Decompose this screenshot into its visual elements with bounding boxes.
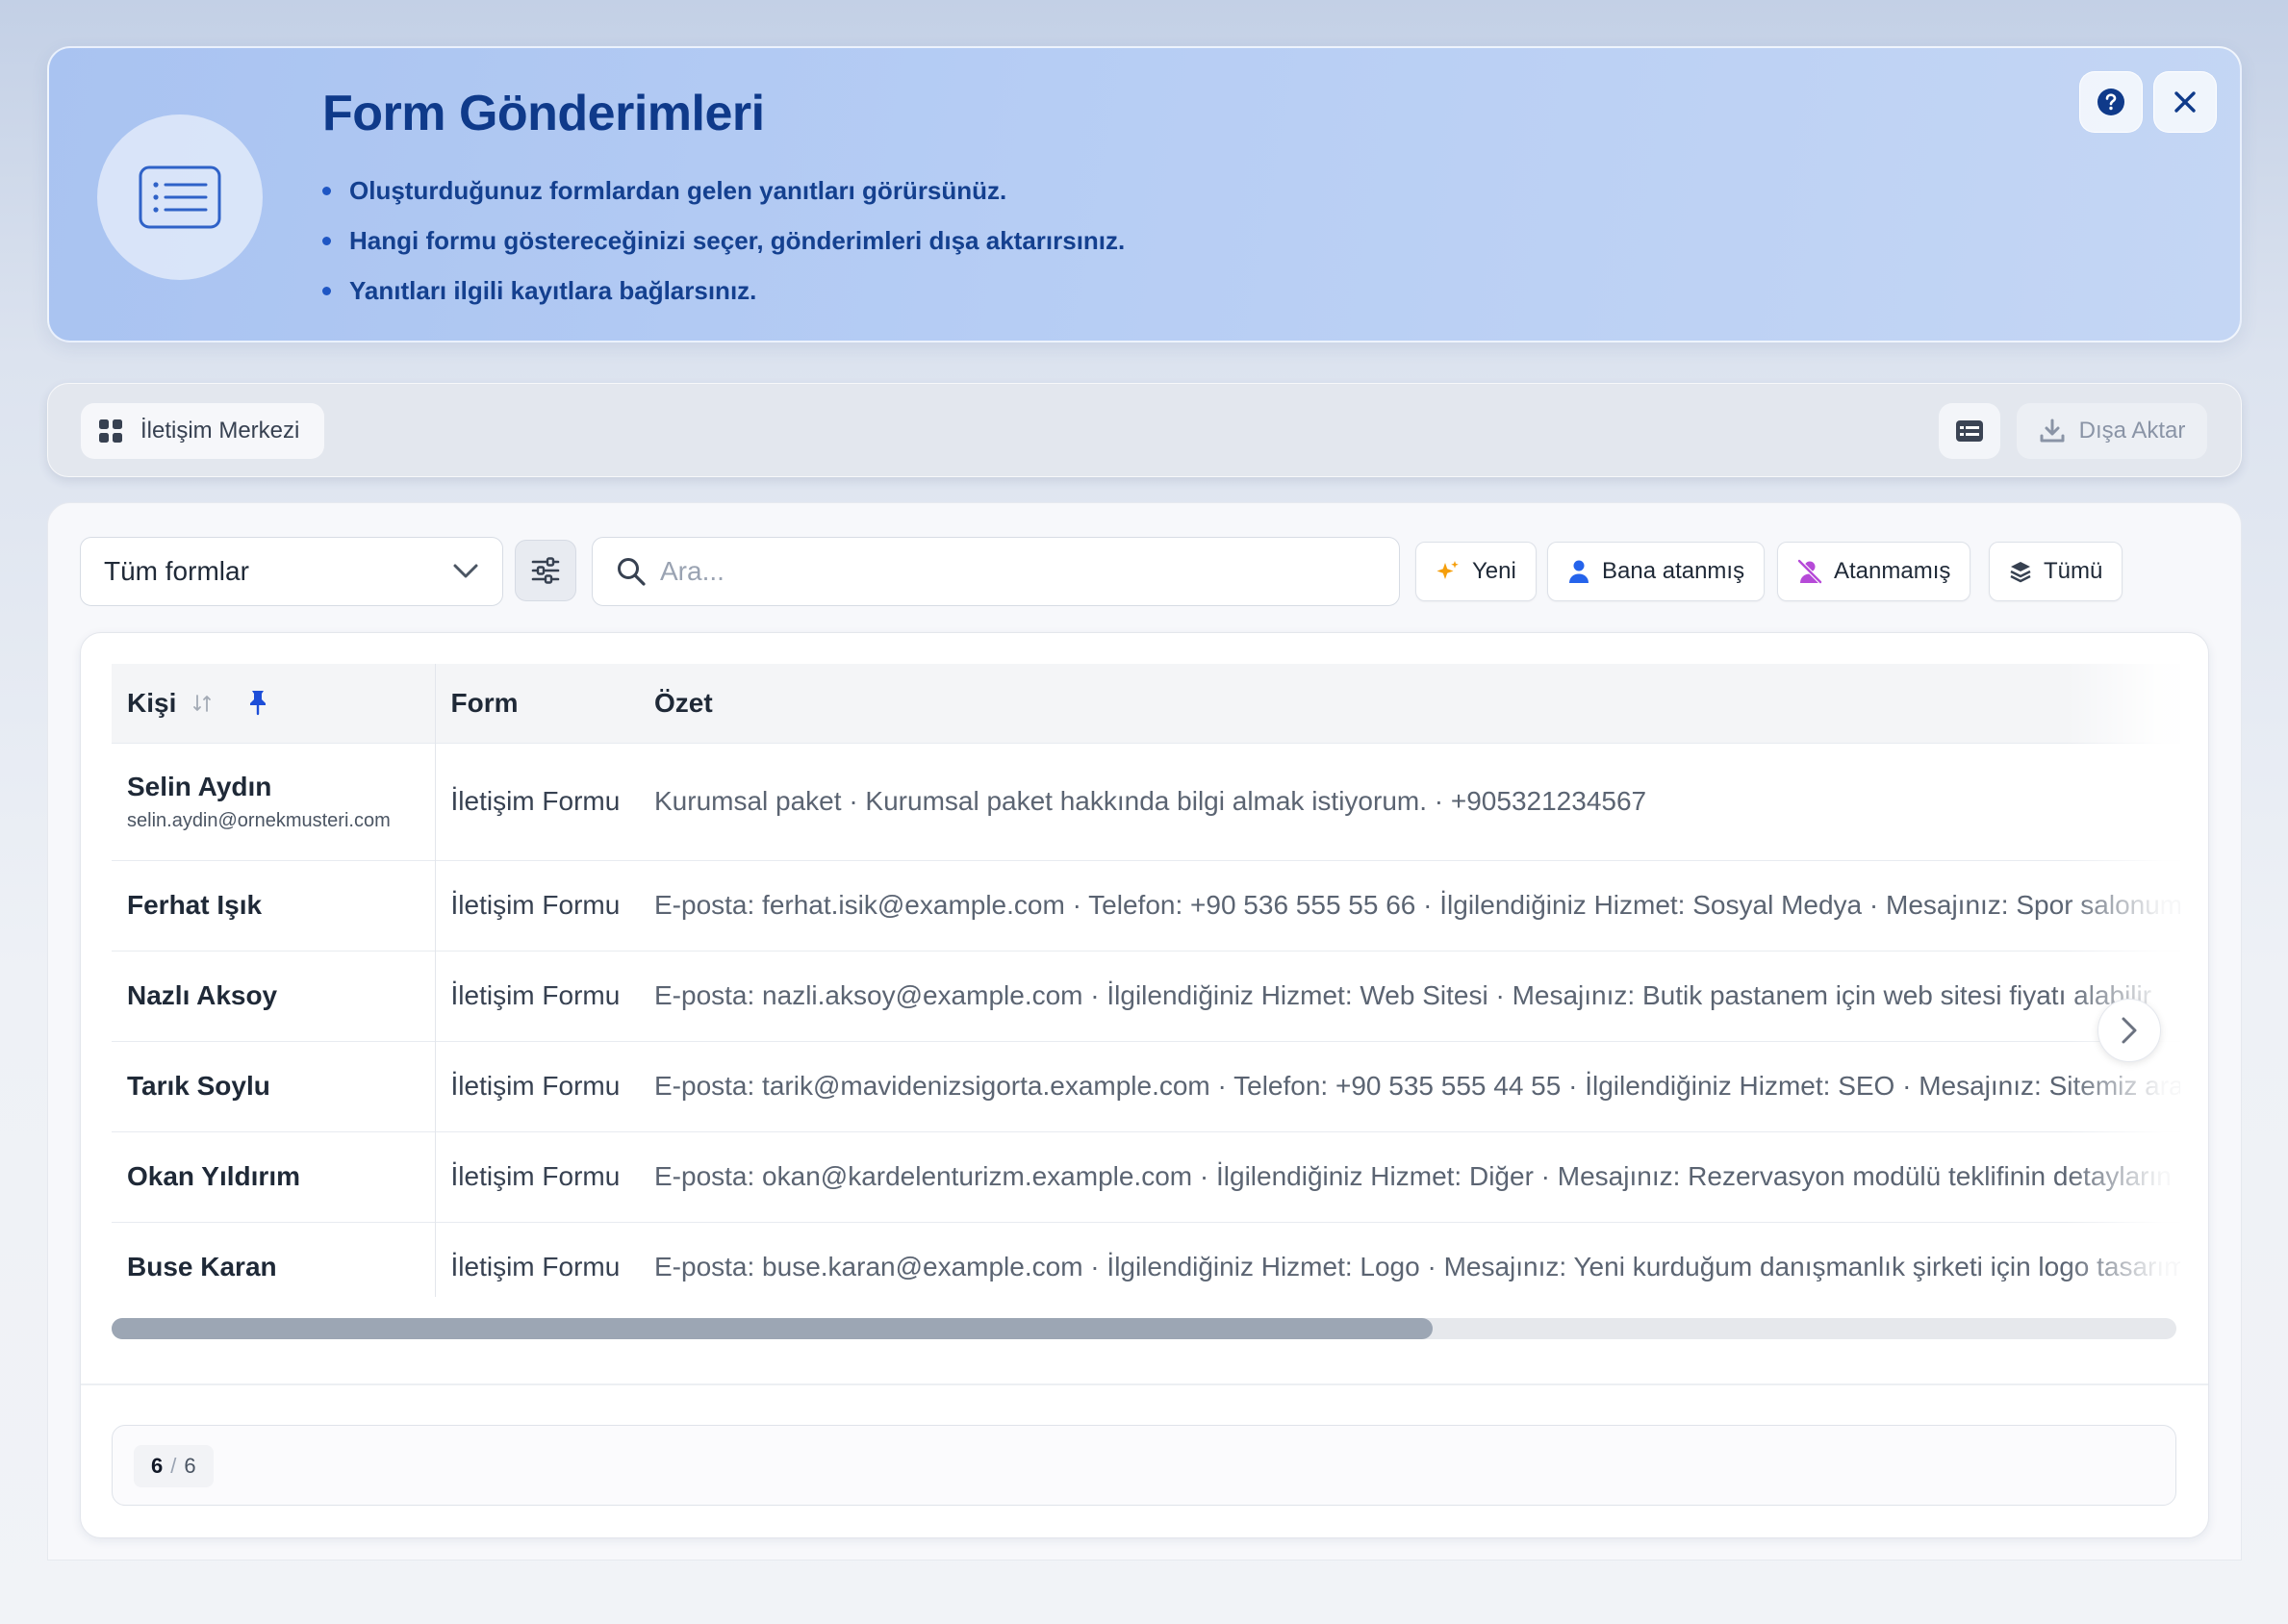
card-view-icon bbox=[1956, 420, 1983, 442]
summary-cell: E-posta: okan@kardelenturizm.example.com… bbox=[639, 1130, 2180, 1222]
form-filter-value: Tüm formlar bbox=[104, 556, 249, 586]
horizontal-scrollbar[interactable] bbox=[112, 1318, 2176, 1339]
export-label: Dışa Aktar bbox=[2078, 418, 2186, 444]
form-cell: İletişim Formu bbox=[435, 1221, 639, 1297]
column-header-person[interactable]: Kişi bbox=[112, 664, 436, 743]
summary-cell: Kurumsal paket · Kurumsal paket hakkında… bbox=[639, 742, 2180, 860]
column-header-form[interactable]: Form bbox=[435, 664, 639, 743]
person-name: Ferhat Işık bbox=[127, 890, 263, 920]
banner-icon-circle bbox=[97, 114, 263, 280]
person-name: Okan Yıldırım bbox=[127, 1161, 300, 1191]
search-box bbox=[592, 537, 1400, 606]
form-cell: İletişim Formu bbox=[435, 859, 639, 951]
person-name: Tarık Soylu bbox=[127, 1071, 270, 1101]
person-cell: Tarık Soylu bbox=[112, 1040, 436, 1131]
breadcrumb-iletisim-merkezi[interactable]: İletişim Merkezi bbox=[81, 403, 325, 459]
pin-icon[interactable] bbox=[247, 689, 268, 716]
scrollbar-thumb[interactable] bbox=[112, 1318, 1433, 1339]
form-cell: İletişim Formu bbox=[435, 1040, 639, 1131]
row-count-badge: 6 / 6 bbox=[134, 1445, 214, 1487]
layers-icon bbox=[2010, 562, 2031, 583]
submissions-table-card: Kişi Form Özet Selin Aydın selin.aydin@o… bbox=[80, 632, 2209, 1538]
column-header-label: Kişi bbox=[127, 687, 177, 718]
pagination-bar: 6 / 6 bbox=[112, 1425, 2176, 1506]
submissions-panel: Tüm formlar Yeni Ba bbox=[47, 502, 2242, 1561]
form-cell: İletişim Formu bbox=[435, 950, 639, 1041]
user-icon bbox=[1569, 560, 1589, 583]
table-header-row: Kişi Form Özet bbox=[112, 664, 2180, 743]
table-row[interactable]: Ferhat Işık İletişim Formu E-posta: ferh… bbox=[112, 859, 2180, 951]
table-viewport: Kişi Form Özet Selin Aydın selin.aydin@o… bbox=[112, 664, 2180, 1297]
chip-label: Atanmamış bbox=[1834, 558, 1951, 584]
user-off-icon bbox=[1797, 559, 1822, 584]
sparkles-icon bbox=[1436, 561, 1459, 579]
person-name: Selin Aydın bbox=[127, 771, 272, 801]
table-row[interactable]: Nazlı Aksoy İletişim Formu E-posta: nazl… bbox=[112, 950, 2180, 1041]
table-row[interactable]: Selin Aydın selin.aydin@ornekmusteri.com… bbox=[112, 742, 2180, 860]
scroll-right-button[interactable] bbox=[2097, 999, 2161, 1062]
person-name: Buse Karan bbox=[127, 1252, 277, 1282]
chip-label: Tümü bbox=[2044, 558, 2103, 584]
banner-bullet-list: Oluşturduğunuz formlardan gelen yanıtlar… bbox=[322, 165, 1125, 316]
footer-divider bbox=[81, 1383, 2208, 1385]
search-input[interactable] bbox=[660, 556, 1391, 587]
banner-bullet: Oluşturduğunuz formlardan gelen yanıtlar… bbox=[322, 165, 1125, 216]
person-name: Nazlı Aksoy bbox=[127, 980, 278, 1010]
summary-cell: E-posta: ferhat.isik@example.com · Telef… bbox=[639, 859, 2180, 951]
filter-chip-unassigned[interactable]: Atanmamış bbox=[1777, 542, 1971, 601]
person-email: selin.aydin@ornekmusteri.com bbox=[127, 809, 391, 831]
form-filter-select[interactable]: Tüm formlar bbox=[80, 537, 503, 606]
info-banner: Form Gönderimleri Oluşturduğunuz formlar… bbox=[47, 46, 2242, 343]
person-cell: Ferhat Işık bbox=[112, 859, 436, 951]
person-cell: Nazlı Aksoy bbox=[112, 950, 436, 1041]
search-icon bbox=[618, 558, 646, 586]
form-cell: İletişim Formu bbox=[435, 742, 639, 860]
total-count: 6 bbox=[184, 1454, 196, 1478]
grid-icon bbox=[99, 419, 122, 443]
chevron-right-icon bbox=[2122, 1017, 2137, 1044]
chevron-down-icon bbox=[453, 564, 478, 578]
shown-count: 6 bbox=[151, 1454, 164, 1478]
person-cell: Okan Yıldırım bbox=[112, 1130, 436, 1222]
help-icon bbox=[2097, 89, 2124, 115]
person-cell: Selin Aydın selin.aydin@ornekmusteri.com bbox=[112, 742, 436, 860]
table-row[interactable]: Buse Karan İletişim Formu E-posta: buse.… bbox=[112, 1221, 2180, 1297]
banner-bullet: Yanıtları ilgili kayıtlara bağlarsınız. bbox=[322, 266, 1125, 316]
column-header-summary[interactable]: Özet bbox=[639, 664, 2180, 743]
filter-chip-assigned-to-me[interactable]: Bana atanmış bbox=[1547, 542, 1766, 601]
export-button[interactable]: Dışa Aktar bbox=[2017, 403, 2207, 459]
table-row[interactable]: Okan Yıldırım İletişim Formu E-posta: ok… bbox=[112, 1130, 2180, 1222]
filter-chip-all[interactable]: Tümü bbox=[1989, 542, 2123, 601]
banner-bullet: Hangi formu göstereceğinizi seçer, gönde… bbox=[322, 216, 1125, 266]
close-button[interactable] bbox=[2153, 71, 2217, 133]
person-cell: Buse Karan bbox=[112, 1221, 436, 1297]
sliders-icon bbox=[531, 557, 560, 584]
toolbar: İletişim Merkezi Dışa Aktar bbox=[47, 383, 2242, 477]
form-cell: İletişim Formu bbox=[435, 1130, 639, 1222]
filter-chip-new[interactable]: Yeni bbox=[1415, 542, 1537, 601]
filter-settings-button[interactable] bbox=[515, 540, 576, 601]
chip-label: Bana atanmış bbox=[1602, 558, 1745, 584]
summary-cell: E-posta: buse.karan@example.com · İlgile… bbox=[639, 1221, 2180, 1297]
submissions-table: Kişi Form Özet Selin Aydın selin.aydin@o… bbox=[112, 664, 2180, 1297]
close-icon bbox=[2174, 91, 2196, 113]
summary-cell: E-posta: nazli.aksoy@example.com · İlgil… bbox=[639, 950, 2180, 1041]
view-toggle-button[interactable] bbox=[1939, 403, 2000, 459]
chip-label: Yeni bbox=[1472, 558, 1516, 584]
list-icon bbox=[139, 165, 221, 229]
help-button[interactable] bbox=[2079, 71, 2143, 133]
sort-icon[interactable] bbox=[191, 693, 213, 714]
table-row[interactable]: Tarık Soylu İletişim Formu E-posta: tari… bbox=[112, 1040, 2180, 1131]
download-icon bbox=[2040, 419, 2065, 443]
summary-cell: E-posta: tarik@mavidenizsigorta.example.… bbox=[639, 1040, 2180, 1131]
count-separator: / bbox=[170, 1454, 177, 1478]
breadcrumb-label: İletişim Merkezi bbox=[140, 418, 300, 444]
page-title: Form Gönderimleri bbox=[322, 86, 765, 141]
